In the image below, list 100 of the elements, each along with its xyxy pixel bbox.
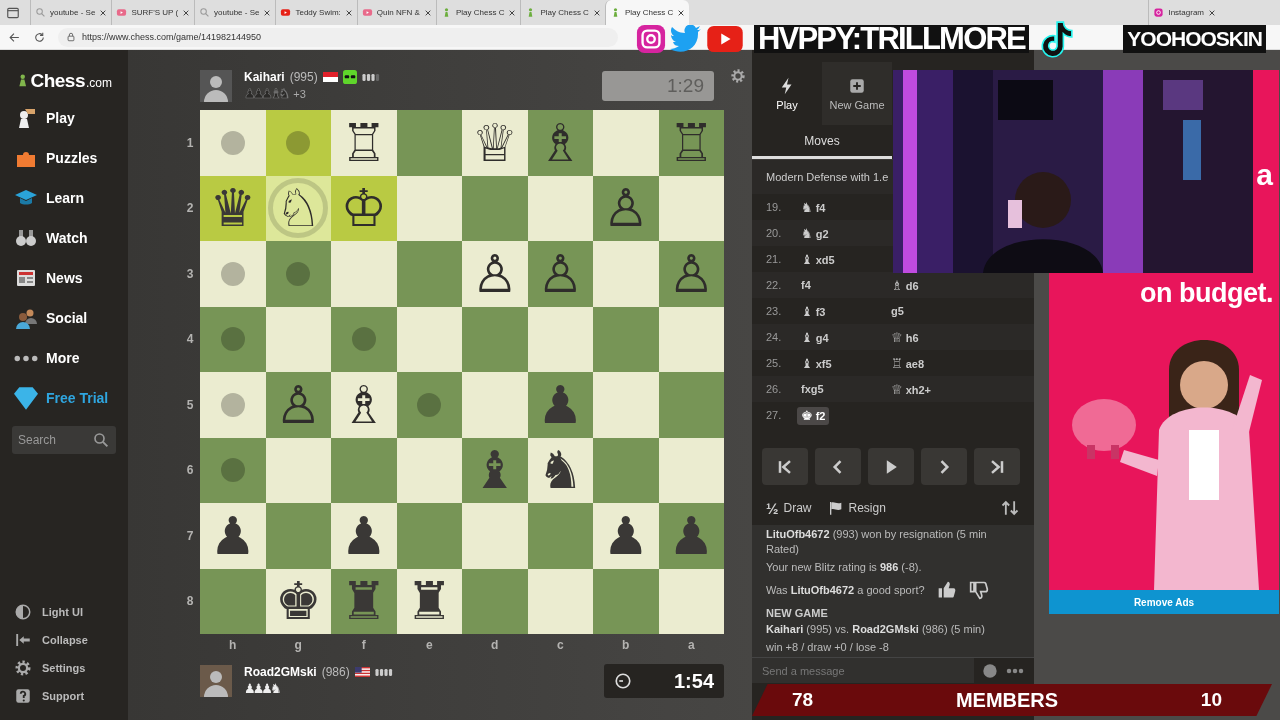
chess-piece[interactable]: ♛ bbox=[209, 178, 257, 239]
chess-piece[interactable]: ♙ bbox=[667, 243, 715, 304]
move-hint-dot[interactable] bbox=[417, 392, 442, 417]
chess-piece[interactable]: ♙ bbox=[536, 243, 584, 304]
chat-input[interactable]: Send a message bbox=[752, 658, 974, 683]
resign-button[interactable]: Resign bbox=[827, 500, 886, 516]
board-square[interactable] bbox=[396, 306, 462, 372]
sidebar-item[interactable]: Puzzles bbox=[0, 138, 128, 178]
close-icon[interactable] bbox=[592, 8, 601, 17]
move[interactable]: ♞ g2 bbox=[797, 224, 833, 243]
chess-piece[interactable]: ♔ bbox=[340, 178, 388, 239]
board-square[interactable] bbox=[658, 568, 724, 634]
sidebar-item[interactable]: Social bbox=[0, 298, 128, 338]
play-button[interactable] bbox=[868, 448, 914, 485]
close-icon[interactable] bbox=[263, 8, 272, 17]
chess-piece[interactable]: ♞ bbox=[536, 440, 584, 501]
board-square[interactable]: ♖ bbox=[658, 110, 724, 176]
board-square[interactable] bbox=[396, 175, 462, 241]
board-square[interactable] bbox=[658, 306, 724, 372]
close-icon[interactable] bbox=[677, 8, 686, 17]
board-square[interactable]: ♛ bbox=[200, 175, 266, 241]
flip-board-icon[interactable] bbox=[1000, 498, 1020, 518]
board-square[interactable]: ♙ bbox=[265, 372, 331, 438]
move[interactable]: ♝ g4 bbox=[797, 328, 833, 347]
board-square[interactable] bbox=[527, 306, 593, 372]
close-icon[interactable] bbox=[344, 8, 353, 17]
board-square[interactable]: ♞ bbox=[527, 437, 593, 503]
board-square[interactable] bbox=[527, 568, 593, 634]
close-icon[interactable] bbox=[1208, 8, 1216, 17]
chess-piece[interactable]: ♘ bbox=[274, 178, 322, 239]
sidebar-item[interactable]: Play bbox=[0, 98, 128, 138]
chess-piece[interactable]: ♜ bbox=[405, 571, 453, 632]
sidebar-link[interactable]: Collapse bbox=[0, 626, 128, 654]
chess-piece[interactable]: ♙ bbox=[471, 243, 519, 304]
close-icon[interactable] bbox=[508, 8, 517, 17]
move-hint-dot[interactable] bbox=[286, 130, 311, 155]
board-square[interactable] bbox=[265, 437, 331, 503]
board-square[interactable] bbox=[200, 437, 266, 503]
board-square[interactable]: ♟ bbox=[200, 503, 266, 569]
dots-icon[interactable] bbox=[1006, 667, 1024, 674]
chess-piece[interactable]: ♗ bbox=[340, 374, 388, 435]
move-hint-dot[interactable] bbox=[220, 458, 245, 483]
board-square[interactable]: ♔ bbox=[331, 175, 397, 241]
chess-piece[interactable]: ♙ bbox=[274, 374, 322, 435]
player-name[interactable]: Road2GMski bbox=[244, 665, 317, 679]
move[interactable]: fxg5 bbox=[797, 380, 828, 398]
move[interactable]: ♕ xh2+ bbox=[887, 380, 936, 399]
first-move-button[interactable] bbox=[762, 448, 808, 485]
chess-piece[interactable]: ♕ bbox=[471, 112, 519, 173]
board-square[interactable] bbox=[396, 437, 462, 503]
move-hint-dot[interactable] bbox=[220, 261, 245, 286]
previous-move-button[interactable] bbox=[815, 448, 861, 485]
board-square[interactable]: ♙ bbox=[527, 241, 593, 307]
board-square[interactable]: ♟ bbox=[593, 503, 659, 569]
board-square[interactable] bbox=[331, 306, 397, 372]
move[interactable]: ♖ ae8 bbox=[887, 354, 928, 373]
board-square[interactable]: ♘ bbox=[265, 175, 331, 241]
board-square[interactable]: ♚ bbox=[265, 568, 331, 634]
board-square[interactable] bbox=[200, 372, 266, 438]
panel-tab[interactable]: New Game bbox=[822, 62, 892, 125]
sidebar-item[interactable]: News bbox=[0, 258, 128, 298]
reload-icon[interactable] bbox=[33, 30, 46, 44]
back-icon[interactable] bbox=[8, 30, 21, 44]
sidebar-item[interactable]: More bbox=[0, 338, 128, 378]
board-square[interactable] bbox=[200, 306, 266, 372]
sidebar-link[interactable]: Settings bbox=[0, 654, 128, 682]
chess-piece[interactable]: ♗ bbox=[536, 112, 584, 173]
board-square[interactable] bbox=[658, 437, 724, 503]
search-icon[interactable] bbox=[92, 431, 110, 449]
move[interactable]: ♝ f3 bbox=[797, 302, 830, 321]
chess-piece[interactable]: ♟ bbox=[340, 505, 388, 566]
move-hint-dot[interactable] bbox=[220, 130, 245, 155]
chess-piece[interactable]: ♟ bbox=[602, 505, 650, 566]
move-hint-dot[interactable] bbox=[351, 327, 376, 352]
move[interactable]: ♕ h6 bbox=[887, 328, 923, 347]
move[interactable]: f4 bbox=[797, 276, 815, 294]
move-hint-dot[interactable] bbox=[220, 327, 245, 352]
window-icon[interactable] bbox=[6, 5, 20, 20]
chess-logo[interactable]: Chess.com bbox=[0, 60, 128, 92]
board-square[interactable] bbox=[265, 306, 331, 372]
sidebar-link[interactable]: Light UI bbox=[0, 598, 128, 626]
last-move-button[interactable] bbox=[974, 448, 1020, 485]
board-square[interactable]: ♙ bbox=[593, 175, 659, 241]
sidebar-link[interactable]: Support bbox=[0, 682, 128, 710]
player-name[interactable]: Kaihari bbox=[244, 70, 285, 84]
board-square[interactable] bbox=[658, 175, 724, 241]
chess-piece[interactable]: ♖ bbox=[340, 112, 388, 173]
search-field[interactable]: Search bbox=[12, 426, 116, 454]
board-square[interactable]: ♗ bbox=[527, 110, 593, 176]
next-move-button[interactable] bbox=[921, 448, 967, 485]
board-square[interactable]: ♕ bbox=[462, 110, 528, 176]
board-square[interactable]: ♜ bbox=[396, 568, 462, 634]
move[interactable]: ♚ f2 bbox=[797, 406, 830, 425]
board-square[interactable]: ♙ bbox=[658, 241, 724, 307]
thumbs-up-icon[interactable] bbox=[936, 580, 957, 600]
chess-piece[interactable]: ♖ bbox=[667, 112, 715, 173]
chess-piece[interactable]: ♟ bbox=[209, 505, 257, 566]
chess-piece[interactable]: ♚ bbox=[274, 571, 322, 632]
settings-icon[interactable] bbox=[730, 68, 746, 84]
draw-button[interactable]: ½ Draw bbox=[766, 499, 812, 517]
